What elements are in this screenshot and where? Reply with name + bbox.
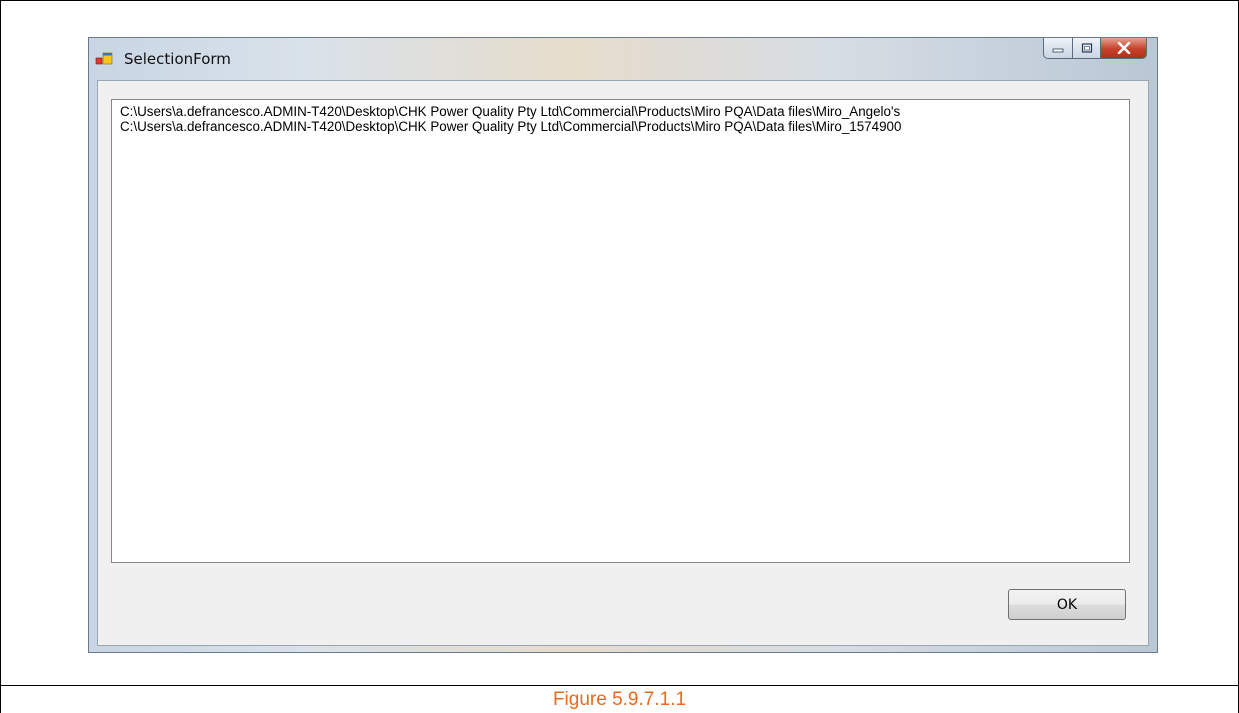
file-list-item[interactable]: C:\Users\a.defrancesco.ADMIN-T420\Deskto… [120,104,1129,119]
figure-caption: Figure 5.9.7.1.1 [552,689,687,710]
minimize-icon [1052,48,1064,53]
window-client-area: C:\Users\a.defrancesco.ADMIN-T420\Deskto… [97,80,1149,646]
ok-button[interactable]: OK [1008,589,1126,620]
file-list[interactable]: C:\Users\a.defrancesco.ADMIN-T420\Deskto… [111,99,1130,563]
maximize-icon [1081,43,1092,53]
maximize-button[interactable] [1073,38,1101,59]
selection-form-window: SelectionForm C:\Users\a.defrancesco.ADM… [88,37,1158,653]
app-icon [95,51,113,67]
caption-buttons [1043,38,1147,59]
window-title: SelectionForm [124,50,231,68]
title-bar[interactable]: SelectionForm [89,38,1157,80]
file-list-item[interactable]: C:\Users\a.defrancesco.ADMIN-T420\Deskto… [120,119,1129,134]
minimize-button[interactable] [1043,38,1073,59]
close-icon [1117,42,1130,54]
close-button[interactable] [1101,38,1147,59]
